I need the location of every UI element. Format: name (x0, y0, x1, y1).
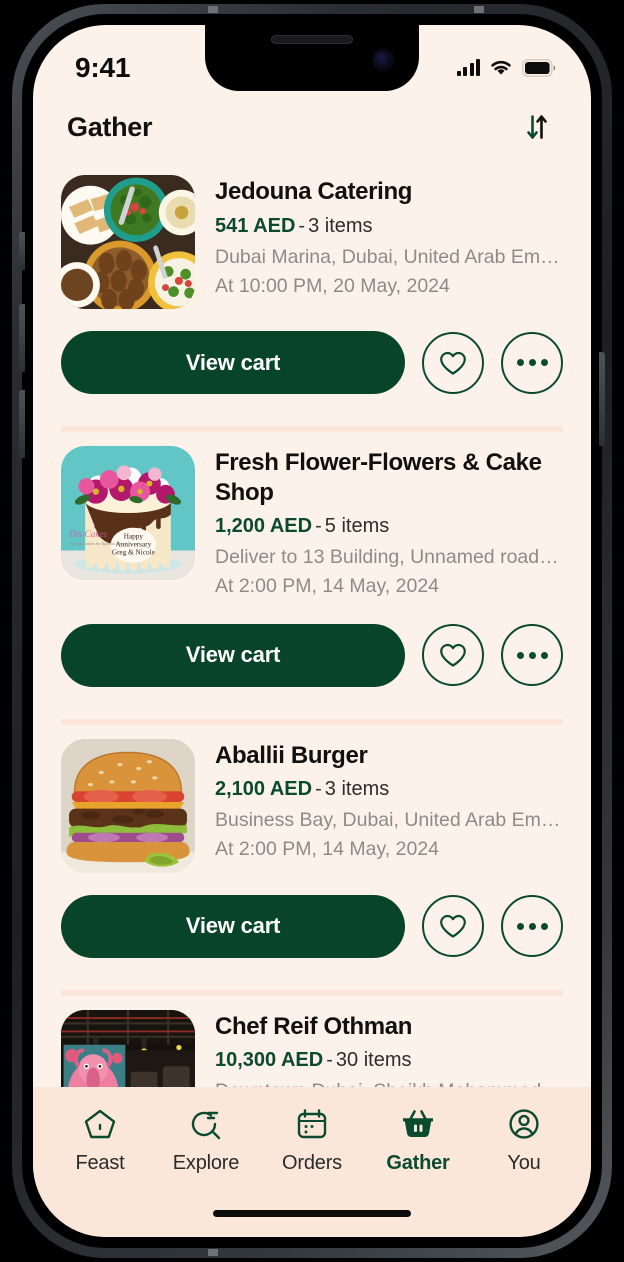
ellipsis-icon (516, 922, 548, 930)
cart-item-count: 5 items (324, 515, 390, 538)
meta-separator: - (315, 778, 322, 801)
cart-price: 541 AED (215, 214, 296, 237)
nav-item-gather[interactable]: Gather (367, 1105, 469, 1175)
phone-screen: 9:41 Gather Jedouna Catering 541 AED - 3… (33, 25, 591, 1237)
nav-label: Explore (172, 1152, 240, 1174)
cart-actions: View cart (61, 873, 563, 976)
more-options-button[interactable] (501, 624, 563, 687)
wifi-icon (491, 60, 511, 75)
cart-time: At 2:00 PM, 14 May, 2024 (215, 575, 440, 598)
cart-price: 10,300 AED (215, 1049, 324, 1072)
status-time: 9:41 (75, 52, 131, 83)
svg-text:Greg & Nicole: Greg & Nicole (112, 549, 155, 557)
view-cart-button[interactable]: View cart (61, 331, 405, 394)
cart-card-top[interactable]: Jedouna Catering 541 AED -3 items Dubai M… (61, 175, 563, 309)
favorite-button[interactable] (422, 895, 484, 958)
nav-item-you[interactable]: You (473, 1105, 575, 1175)
nav-label: Feast (75, 1152, 125, 1174)
volume-up-button[interactable] (19, 304, 25, 372)
store-name: Chef Reif Othman (215, 1012, 413, 1040)
svg-text:Dis Cakes: Dis Cakes (68, 530, 108, 540)
heart-icon (440, 643, 466, 667)
cart-item-count: 3 items (308, 214, 373, 237)
antenna-band (208, 1249, 218, 1256)
home-pentagon-icon (83, 1105, 117, 1143)
power-button[interactable] (599, 352, 605, 446)
sort-button[interactable] (517, 107, 557, 147)
front-camera-icon (374, 51, 392, 69)
cart-price: 1,200 AED (215, 515, 313, 538)
nav-item-orders[interactable]: Orders (261, 1105, 363, 1175)
store-name: Aballii Burger (215, 741, 368, 769)
heart-icon (440, 914, 466, 938)
cart-info: Aballii Burger 2,100 AED -3 items Busines… (215, 739, 563, 873)
antenna-band (208, 6, 218, 13)
heart-icon (440, 351, 466, 375)
cart-price: 2,100 AED (215, 778, 313, 801)
cart-time: At 10:00 PM, 20 May, 2024 (215, 274, 450, 297)
cart-info: Fresh Flower-Flowers & Cake Shop 1,200 A… (215, 446, 563, 602)
ellipsis-icon (516, 359, 548, 366)
app-header: Gather (33, 95, 591, 161)
more-options-button[interactable] (501, 895, 563, 958)
cart-card[interactable]: Happy Anniversary Greg & Nicole Dis Cakes … (33, 432, 591, 725)
store-name: Fresh Flower-Flowers & Cake Shop (215, 449, 542, 506)
meta-separator: - (326, 1049, 333, 1072)
speaker-grille-icon (271, 35, 353, 44)
cart-address: Deliver to 13 Building, Unnamed road, D.… (215, 546, 563, 569)
calendar-icon (295, 1105, 329, 1143)
cart-item-count: 30 items (335, 1049, 412, 1072)
nav-item-explore[interactable]: Explore (155, 1105, 257, 1175)
volume-down-button[interactable] (19, 390, 25, 458)
store-thumbnail[interactable]: Happy Anniversary Greg & Nicole Dis Cakes … (61, 446, 195, 580)
cart-item-count: 3 items (324, 778, 390, 801)
signal-bars-icon (456, 59, 480, 76)
nav-label: You (507, 1152, 541, 1174)
cart-card[interactable]: Aballii Burger 2,100 AED -3 items Busines… (33, 724, 591, 996)
cart-info: Jedouna Catering 541 AED -3 items Dubai M… (215, 175, 563, 309)
phone-frame: 9:41 Gather Jedouna Catering 541 AED - 3… (12, 4, 612, 1258)
svg-text:Happy: Happy (124, 532, 144, 540)
person-circle-icon (507, 1105, 541, 1143)
favorite-button[interactable] (422, 331, 484, 394)
battery-full-icon (522, 59, 556, 77)
antenna-band (474, 6, 484, 13)
nav-item-feast[interactable]: Feast (49, 1105, 151, 1175)
store-name: Jedouna Catering (215, 178, 413, 205)
view-cart-button[interactable]: View cart (61, 623, 405, 687)
cart-address: Business Bay, Dubai, United Arab Emira..… (215, 809, 563, 832)
cart-meta: 2,100 AED -3 items (215, 775, 563, 804)
cart-meta: 541 AED -3 items (215, 212, 563, 241)
cart-meta: 10,300 AED -30 items (215, 1046, 563, 1075)
cart-list[interactable]: Jedouna Catering 541 AED -3 items Dubai M… (33, 161, 591, 1155)
cart-address: Dubai Marina, Dubai, United Arab Emira..… (215, 245, 563, 268)
cart-actions: View cart (61, 309, 563, 412)
search-lines-icon (189, 1105, 223, 1143)
status-icons (456, 43, 558, 77)
home-indicator[interactable] (213, 1210, 411, 1217)
cart-card-top[interactable]: Happy Anniversary Greg & Nicole Dis Cakes … (61, 446, 563, 602)
svg-text:Special Cakes for Special Days: Special Cakes for Special Days (69, 541, 125, 546)
store-thumbnail[interactable] (61, 738, 195, 873)
meta-separator: - (315, 515, 322, 538)
silent-switch[interactable] (19, 232, 25, 270)
basket-filled-icon (401, 1105, 435, 1143)
cart-time: At 2:00 PM, 14 May, 2024 (215, 838, 440, 861)
view-cart-button[interactable]: View cart (61, 894, 405, 958)
ellipsis-icon (516, 651, 548, 659)
sort-arrows-icon (527, 115, 547, 139)
favorite-button[interactable] (422, 624, 484, 687)
page-title: Gather (67, 111, 153, 142)
more-options-button[interactable] (501, 331, 563, 394)
cart-actions: View cart (61, 602, 563, 705)
notch (205, 25, 419, 91)
store-thumbnail[interactable] (61, 175, 195, 309)
phone-bezel: 9:41 Gather Jedouna Catering 541 AED - 3… (22, 14, 602, 1248)
nav-label: Orders (282, 1152, 342, 1174)
meta-separator: - (298, 214, 306, 237)
nav-label: Gather (386, 1152, 450, 1174)
cart-card[interactable]: Jedouna Catering 541 AED -3 items Dubai M… (33, 161, 591, 432)
cart-meta: 1,200 AED -5 items (215, 512, 563, 541)
cart-card-top[interactable]: Aballii Burger 2,100 AED -3 items Busines… (61, 738, 563, 873)
